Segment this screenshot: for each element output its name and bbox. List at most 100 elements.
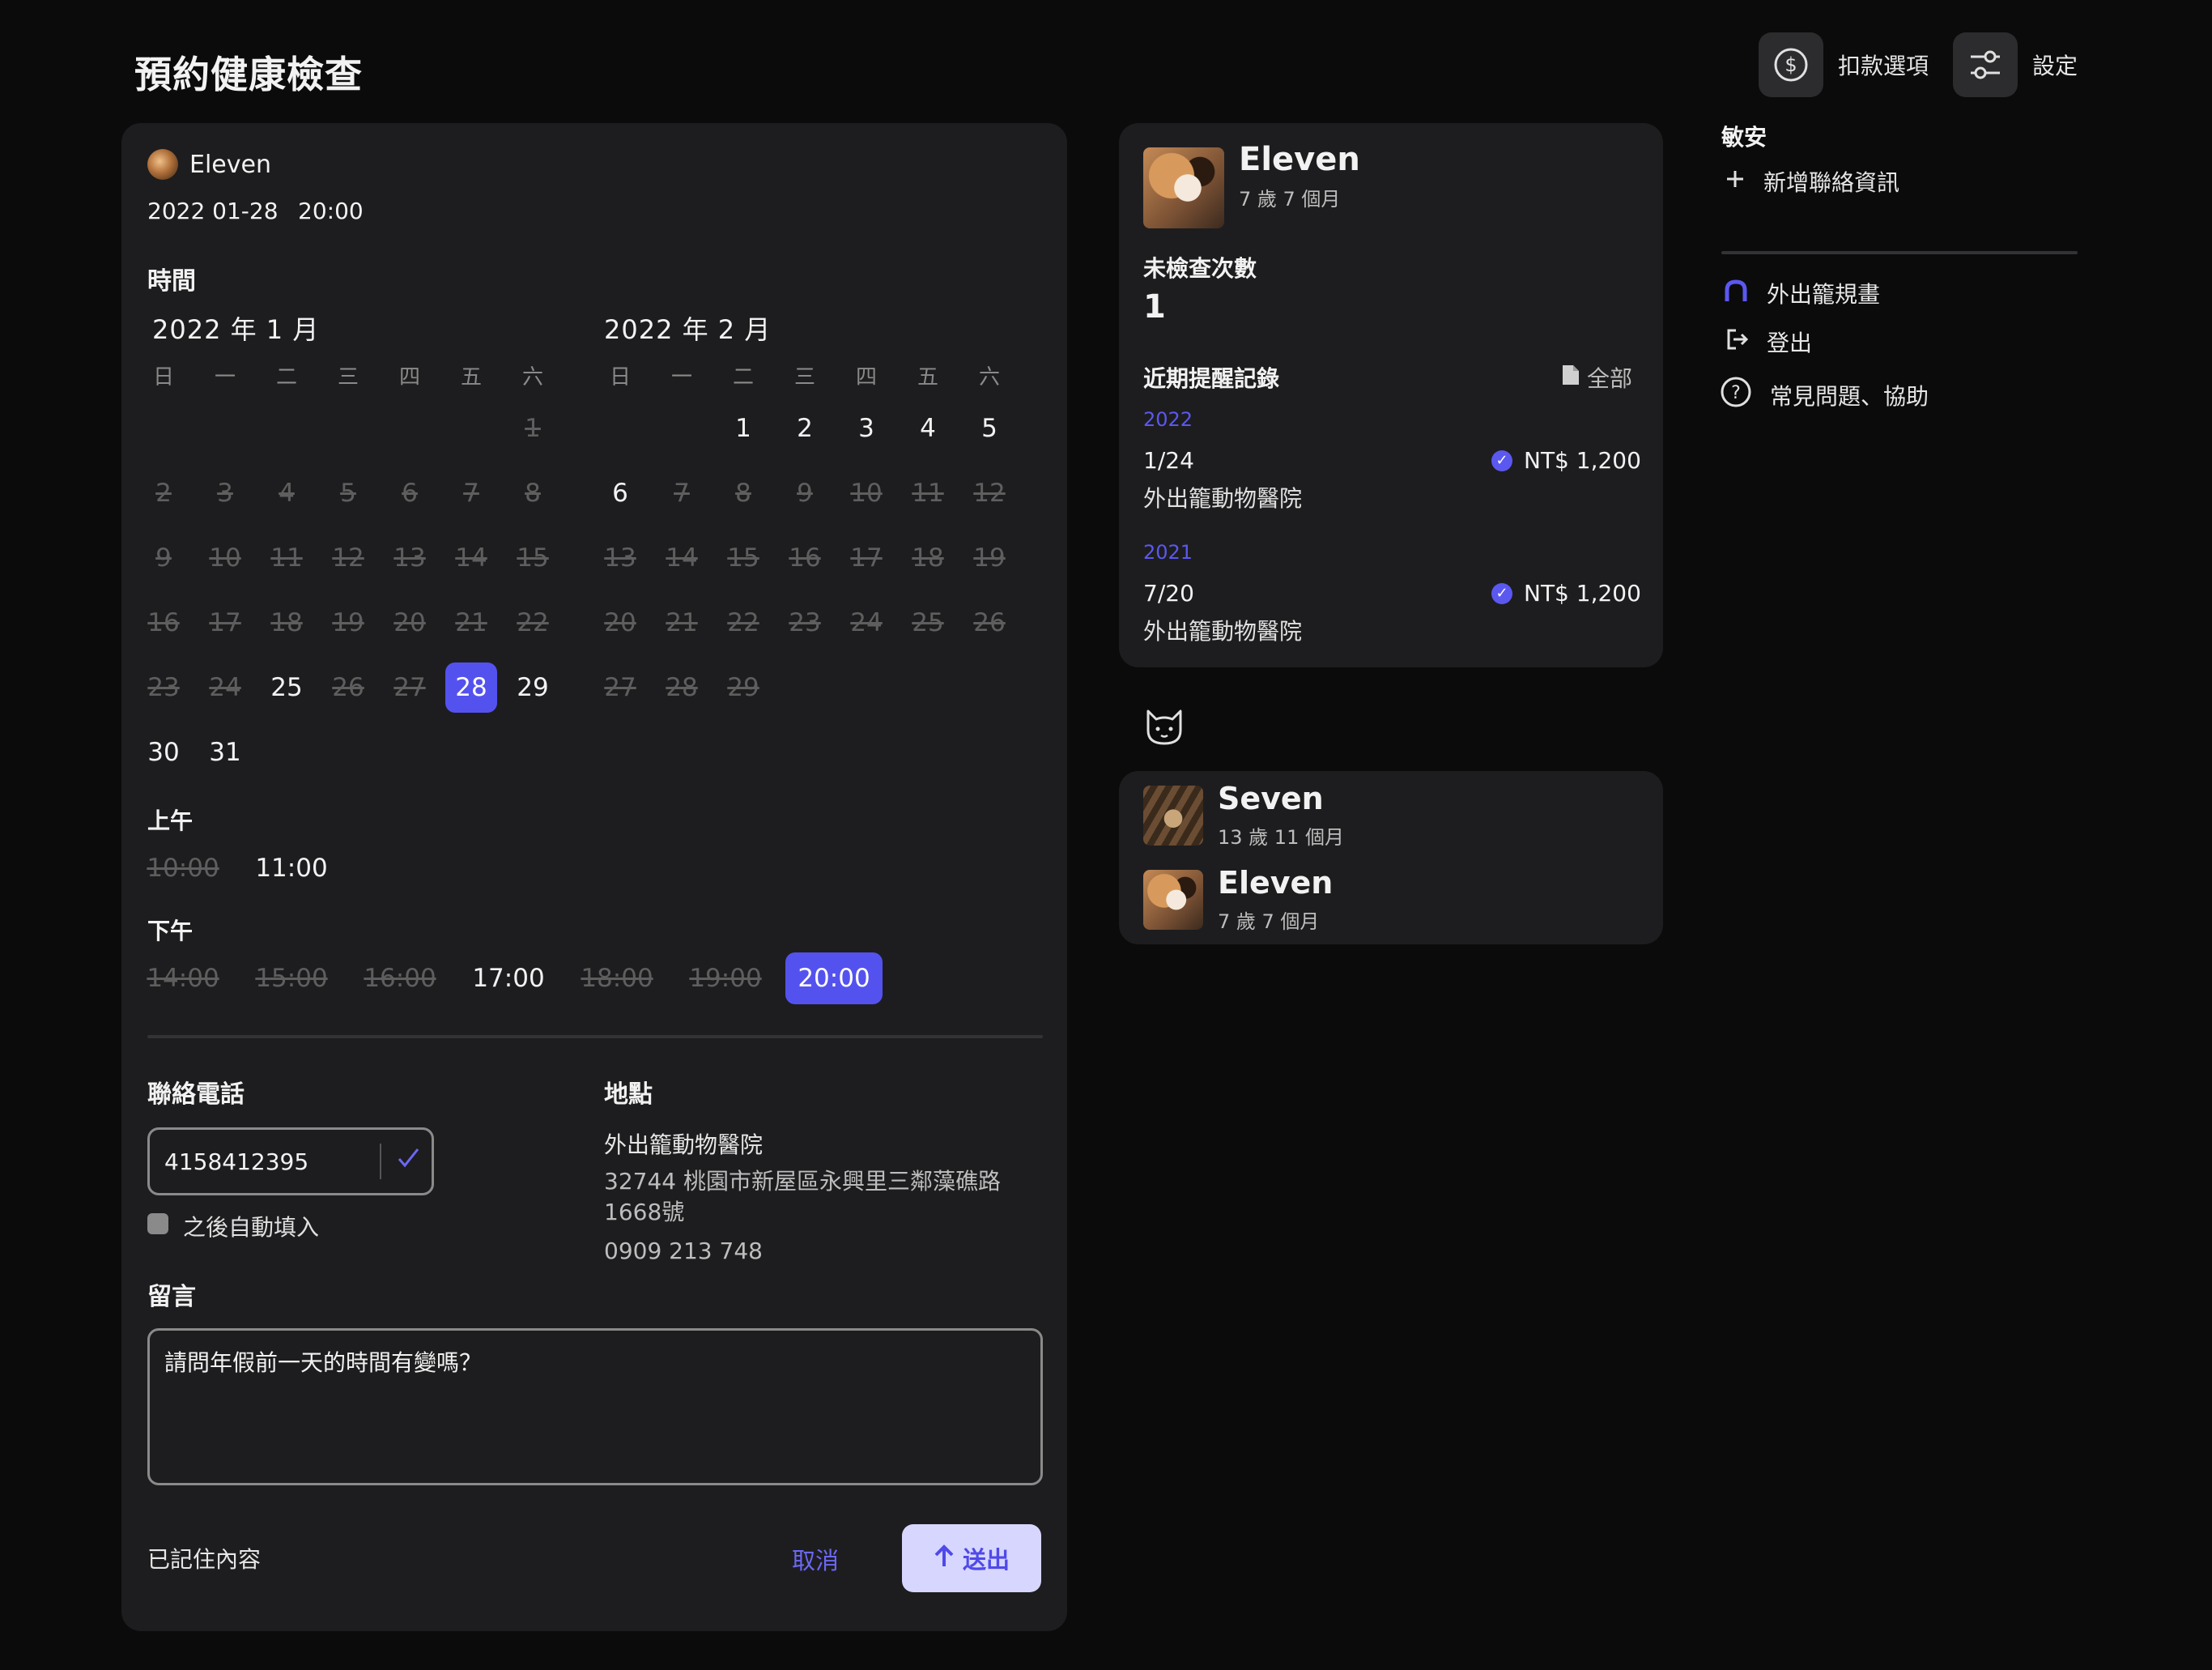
calendar-day: 12: [973, 479, 1006, 508]
calendar-day[interactable]: 31: [199, 727, 251, 777]
time-slot: 15:00: [255, 964, 328, 993]
calendar-day: 2: [155, 479, 172, 508]
pet-photo: [1143, 786, 1203, 846]
calendar-day: 13: [604, 543, 636, 573]
calendar-day[interactable]: 1: [717, 403, 769, 454]
pet-list-item[interactable]: Eleven 7 歲 7 個月: [1143, 865, 1645, 936]
sidebar-item-help[interactable]: ? 常見問題、協助: [1720, 376, 1929, 414]
payment-options-label: 扣款選項: [1838, 53, 1929, 79]
calendar-day: 17: [209, 608, 241, 637]
add-contact-label: 新增聯絡資訊: [1763, 169, 1900, 196]
message-textarea[interactable]: 請問年假前一天的時間有變嗎？: [147, 1328, 1043, 1485]
calendar-day: 21: [666, 608, 698, 637]
dollar-circle-icon: $: [1759, 32, 1823, 97]
morning-slots: 10:00 11:00: [134, 842, 351, 894]
calendar-weekday: 四: [855, 365, 877, 390]
calendar-day: 25: [912, 608, 944, 637]
calendar-day: 9: [797, 479, 813, 508]
calendar-day[interactable]: 2: [779, 403, 831, 454]
reminders-label: 近期提醒記錄: [1143, 365, 1280, 392]
time-slot-selected[interactable]: 20:00: [785, 952, 883, 1004]
pet-profile-name: Eleven: [1239, 141, 1360, 178]
logout-icon: [1725, 327, 1749, 357]
calendar-day[interactable]: 30: [138, 727, 189, 777]
calendar-day[interactable]: 3: [840, 403, 892, 454]
sliders-icon: [1953, 32, 2018, 97]
pet-photo: [1143, 147, 1224, 228]
calendar-day: 5: [340, 479, 356, 508]
pet-name: Eleven: [1218, 865, 1334, 901]
settings-label: 設定: [2032, 53, 2078, 79]
record-amount: ✓ NT$ 1,200: [1491, 580, 1641, 607]
pet-list-item[interactable]: Seven 13 歲 11 個月: [1143, 781, 1645, 852]
time-heading: 時間: [147, 267, 196, 296]
time-slot: 10:00: [147, 854, 219, 883]
calendar-weekday: 五: [917, 365, 938, 390]
autofill-checkbox[interactable]: [147, 1213, 168, 1234]
calendar-day: 13: [393, 543, 426, 573]
record-year: 2021: [1143, 541, 1193, 564]
calendar-weekday: 日: [152, 365, 174, 390]
calendar-day: 8: [735, 479, 751, 508]
time-slot: 18:00: [581, 964, 653, 993]
calendar-day: 28: [666, 673, 698, 702]
calendar-weekday: 二: [275, 365, 297, 390]
unchecked-count: 1: [1143, 288, 1166, 326]
calendar-day: 18: [270, 608, 303, 637]
calendar-day[interactable]: 25: [261, 662, 313, 713]
calendar-day-selected[interactable]: 28: [445, 662, 497, 713]
calendar-day[interactable]: 29: [507, 662, 559, 713]
calendar-day: 27: [604, 673, 636, 702]
calendar-weekday: 四: [398, 365, 420, 390]
calendar-weekday: 一: [670, 365, 692, 390]
calendar-weekday: 三: [337, 365, 359, 390]
calendar-day: 14: [666, 543, 698, 573]
time-slot[interactable]: 17:00: [460, 952, 557, 1004]
calendar-jan-weekdays: 日一二三四五六: [133, 361, 564, 394]
phone-label: 聯絡電話: [147, 1080, 245, 1109]
cat-face-icon[interactable]: [1143, 708, 1185, 750]
cancel-button[interactable]: 取消: [792, 1542, 839, 1576]
calendar-day: 22: [727, 608, 759, 637]
phone-field[interactable]: 4158412395: [147, 1127, 434, 1195]
calendar-day: 17: [850, 543, 883, 573]
pet-age: 13 歲 11 個月: [1218, 826, 1344, 849]
check-icon[interactable]: [396, 1145, 432, 1178]
payment-options-button[interactable]: $ 扣款選項: [1759, 32, 1929, 97]
pet-profile-age: 7 歲 7 個月: [1239, 188, 1341, 211]
booking-pet-name: Eleven: [189, 151, 271, 179]
view-all-link[interactable]: 全部: [1561, 361, 1632, 394]
plus-icon: [1725, 168, 1746, 195]
send-button[interactable]: 送出: [902, 1524, 1041, 1592]
arrow-up-icon: [934, 1544, 955, 1574]
record-amount-value: NT$ 1,200: [1524, 447, 1641, 474]
calendar-day: 12: [332, 543, 364, 573]
sidebar-item-logout[interactable]: 登出: [1725, 326, 1812, 358]
calendar-day[interactable]: 5: [963, 403, 1015, 454]
calendar-day: 4: [279, 479, 295, 508]
calendar-day: 16: [147, 608, 180, 637]
morning-label: 上午: [147, 807, 194, 834]
calendar-feb-title: 2022 年 2 月: [604, 314, 772, 345]
add-contact-button[interactable]: 新增聯絡資訊: [1725, 165, 1899, 198]
afternoon-slots: 14:00 15:00 16:00 17:00 18:00 19:00 20:00: [134, 952, 894, 1004]
help-circle-icon: ?: [1720, 376, 1752, 414]
plan-arch-icon: [1723, 279, 1749, 309]
page-title: 預約健康檢查: [134, 53, 363, 96]
check-circle-icon: ✓: [1491, 449, 1512, 471]
pet-photo: [1143, 870, 1203, 930]
phone-value: 4158412395: [164, 1148, 309, 1175]
record-amount-value: NT$ 1,200: [1524, 580, 1641, 607]
calendar-day[interactable]: 4: [902, 403, 954, 454]
clinic-name: 外出籠動物醫院: [604, 1131, 764, 1158]
sidebar-item-label: 登出: [1767, 330, 1813, 356]
settings-button[interactable]: 設定: [1953, 32, 2078, 97]
time-slot[interactable]: 11:00: [243, 842, 340, 894]
clinic-phone: 0909 213 748: [604, 1238, 763, 1264]
calendar-day: 24: [850, 608, 883, 637]
unchecked-label: 未檢查次數: [1143, 255, 1257, 282]
calendar-day[interactable]: 6: [594, 468, 646, 518]
sidebar-item-carrier-plan[interactable]: 外出籠規畫: [1723, 277, 1880, 309]
phone-field-separator: [380, 1144, 381, 1179]
calendar-weekday: 日: [609, 365, 631, 390]
